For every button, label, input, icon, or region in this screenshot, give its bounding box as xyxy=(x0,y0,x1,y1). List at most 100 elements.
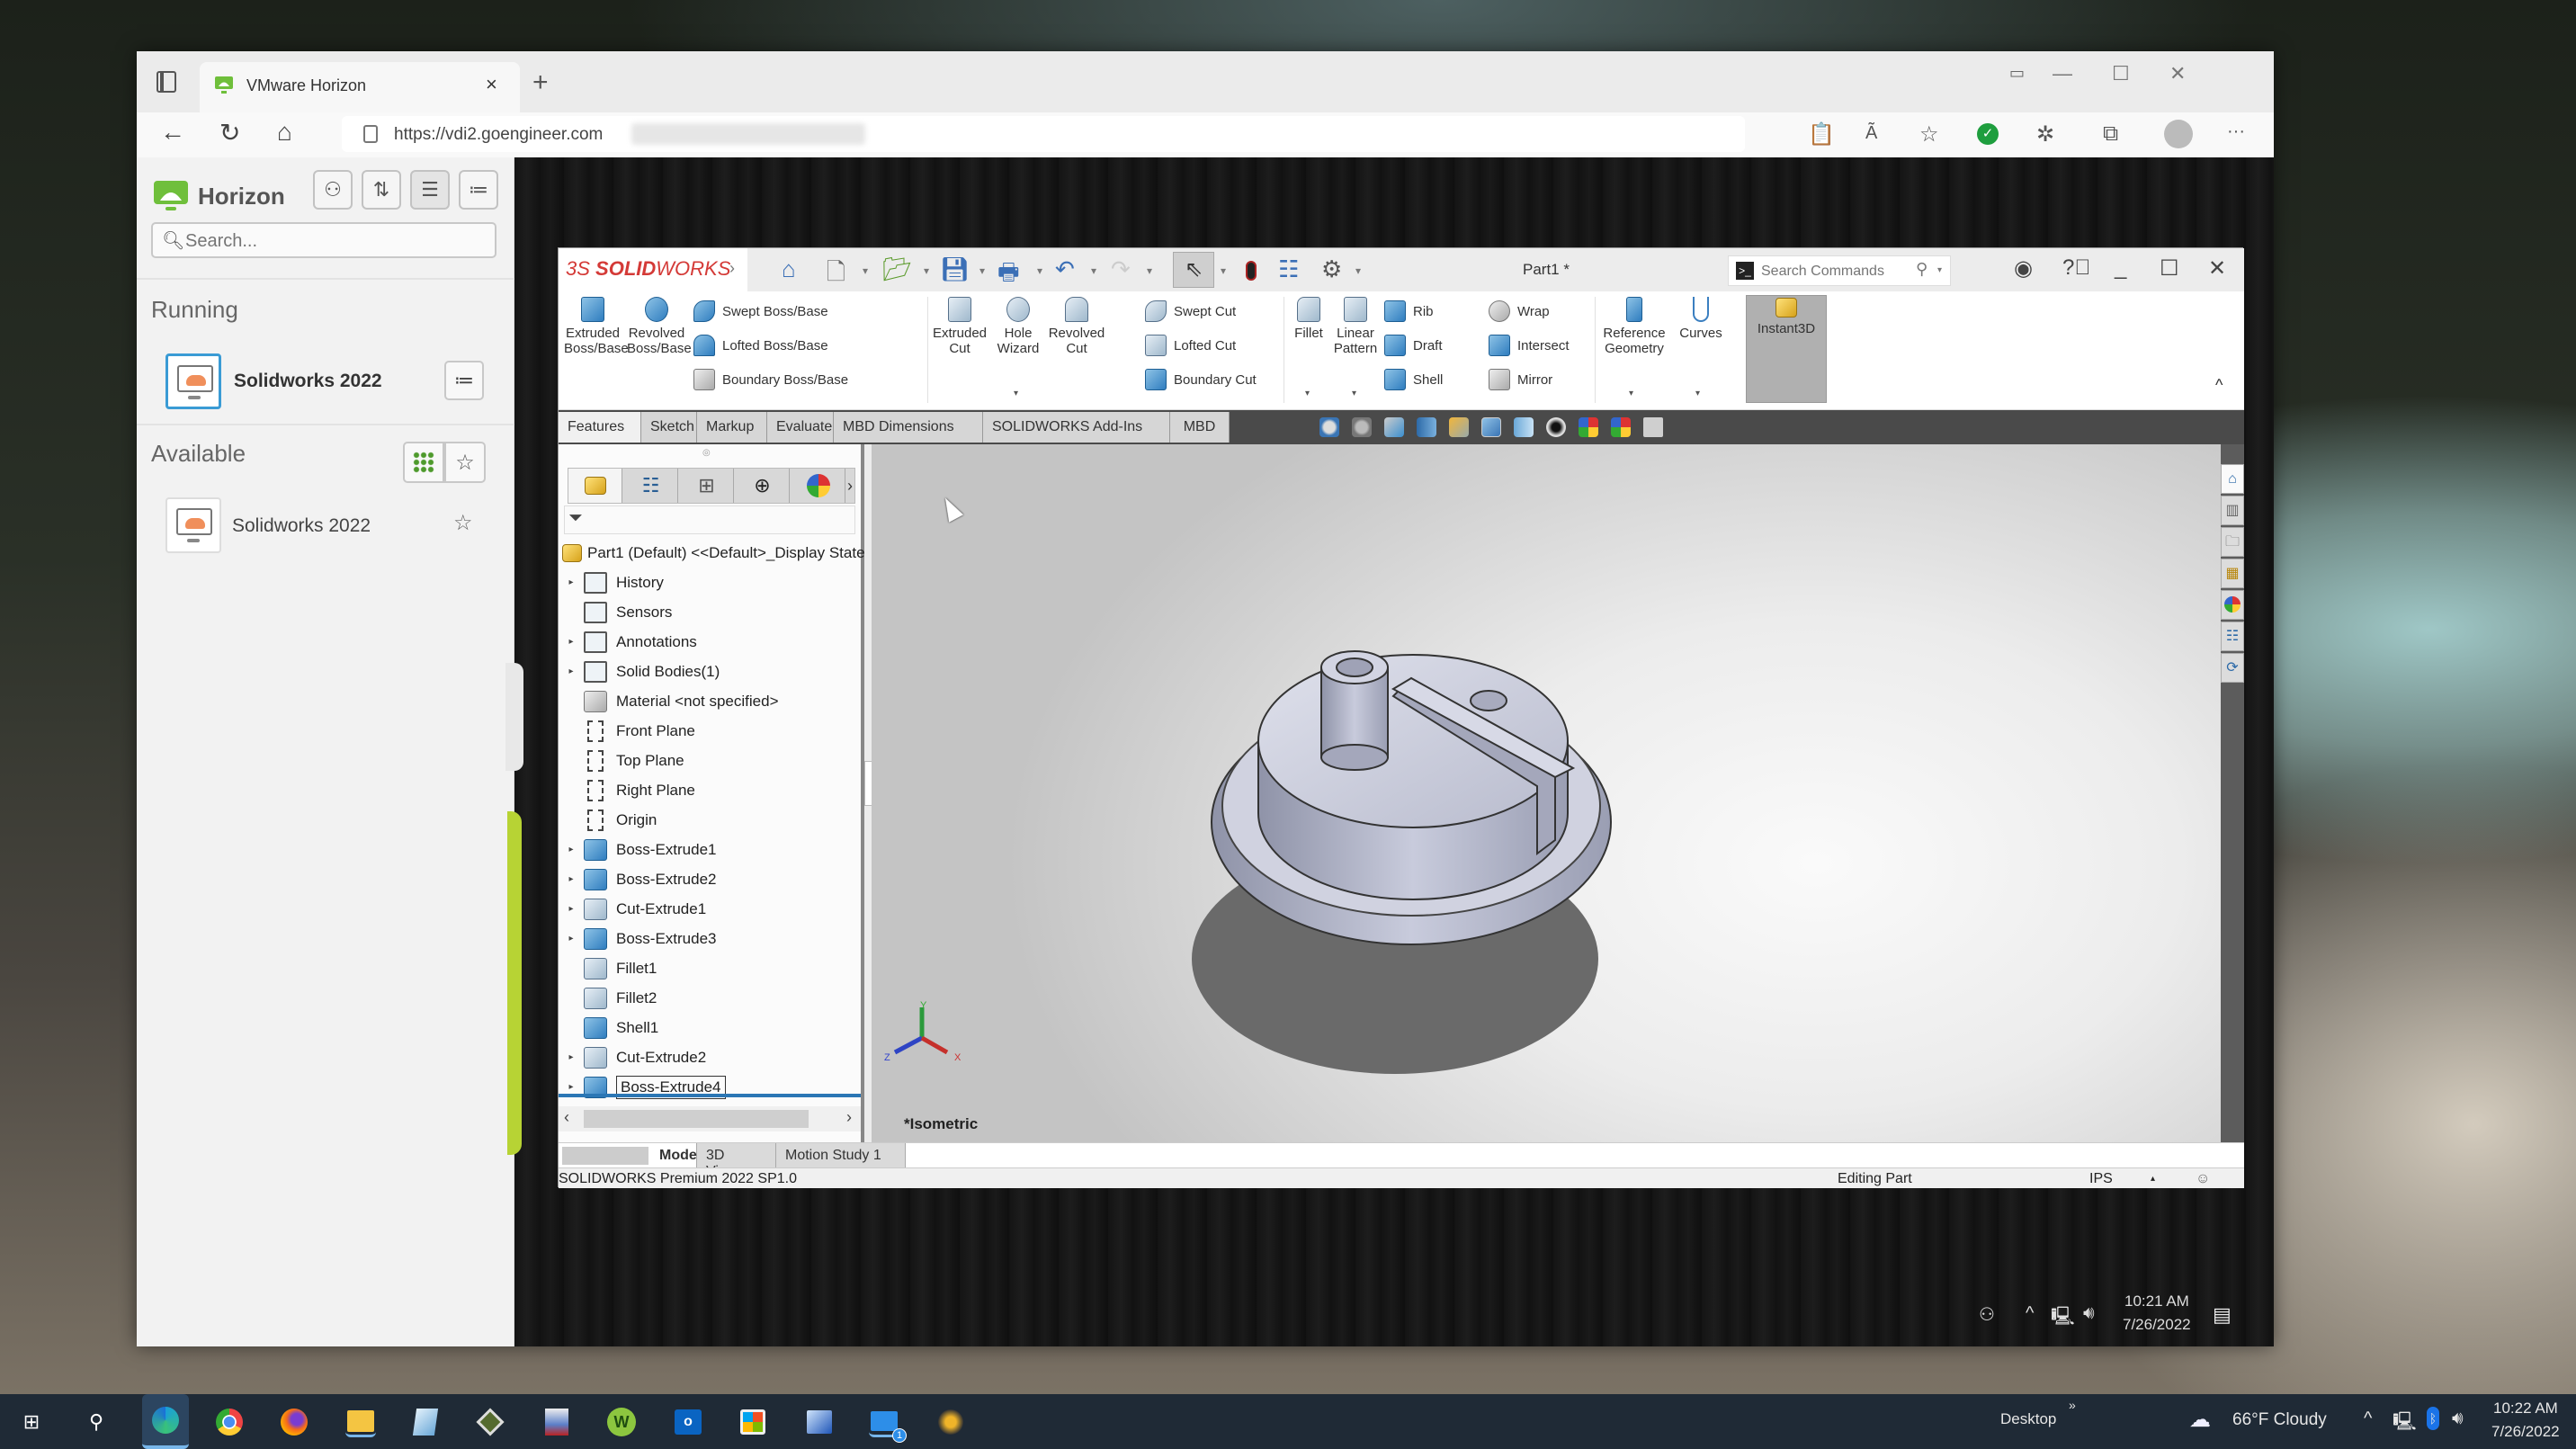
home-icon[interactable]: ⌂ xyxy=(277,118,292,147)
expand-arrow-icon[interactable]: ▸ xyxy=(559,874,584,884)
people-icon[interactable]: ⚇ xyxy=(1979,1303,1995,1326)
volume-icon[interactable]: 🔊︎ xyxy=(2083,1303,2095,1324)
clipboard-button[interactable]: ☰ xyxy=(410,170,450,210)
fillet-dropdown-icon[interactable]: ▾ xyxy=(1305,389,1310,398)
scroll-left-icon[interactable]: ‹ xyxy=(564,1108,569,1127)
print-icon[interactable]: 🖶︎ xyxy=(997,255,1020,295)
volume-icon[interactable]: 🔊︎ xyxy=(2452,1409,2464,1429)
horizontal-scrollbar[interactable]: ‹ › xyxy=(559,1106,861,1131)
new-document-icon[interactable]: 🗋︎ xyxy=(827,255,845,295)
appearances-icon[interactable] xyxy=(2221,590,2244,620)
sidebar-collapse-handle[interactable] xyxy=(505,663,523,771)
hole-wizard-button[interactable]: Hole Wizard xyxy=(994,297,1042,356)
feature-tree-item[interactable]: ▸ Boss-Extrude1 xyxy=(559,835,861,864)
mirror-button[interactable]: Mirror xyxy=(1489,369,1552,390)
tab-close-button[interactable]: × xyxy=(486,73,497,96)
unit-system[interactable]: IPS xyxy=(2089,1171,2113,1187)
extruded-cut-button[interactable]: Extruded Cut xyxy=(931,297,988,356)
tab-3d-views[interactable]: 3D Views xyxy=(697,1143,776,1179)
scrollbar-thumb[interactable] xyxy=(584,1110,809,1128)
feature-tree-item[interactable]: ▸ Cut-Extrude1 xyxy=(559,894,861,924)
desktop-toolbar-label[interactable]: Desktop xyxy=(2000,1410,2056,1428)
chrome-icon[interactable] xyxy=(214,1407,245,1437)
open-icon[interactable]: 📂︎ xyxy=(882,255,912,283)
wrap-button[interactable]: Wrap xyxy=(1489,300,1550,322)
expand-arrow-icon[interactable]: ▸ xyxy=(559,666,584,676)
boundary-boss-button[interactable]: Boundary Boss/Base xyxy=(693,369,848,390)
feature-tree-item[interactable]: ▸ Annotations xyxy=(559,627,861,657)
feature-tree-item[interactable]: ▸ Boss-Extrude3 xyxy=(559,924,861,953)
file-explorer-icon[interactable]: 🗀︎ xyxy=(2221,527,2244,557)
more-tabs-icon[interactable]: › xyxy=(844,469,856,503)
address-bar[interactable]: https://vdi2.goengineer.com xyxy=(342,116,1745,152)
display-style-icon[interactable] xyxy=(1514,417,1534,437)
remote-clock-date[interactable]: 7/26/2022 xyxy=(2123,1316,2191,1334)
lofted-cut-button[interactable]: Lofted Cut xyxy=(1145,335,1236,356)
custom-properties-icon[interactable]: ☷ xyxy=(2221,622,2244,651)
view-orientation-icon[interactable] xyxy=(1481,417,1501,437)
expand-arrow-icon[interactable]: ▸ xyxy=(559,1082,584,1092)
favorite-star-icon[interactable]: ☆ xyxy=(453,510,473,536)
undo-dropdown-icon[interactable]: ▾ xyxy=(1091,264,1096,277)
search-commands-box[interactable]: >_ ⚲ ▾ xyxy=(1728,255,1951,286)
feature-tree-item[interactable]: Shell1 xyxy=(559,1013,861,1042)
tab-actions-icon[interactable] xyxy=(157,71,176,93)
configurationmanager-tab[interactable]: ⊞ xyxy=(680,469,734,503)
unit-system-arrow-icon[interactable]: ▴ xyxy=(2151,1174,2155,1184)
revolved-boss-button[interactable]: Revolved Boss/Base xyxy=(627,297,692,356)
expand-arrow-icon[interactable]: ▸ xyxy=(559,1052,584,1062)
bluetooth-icon[interactable]: ᛒ xyxy=(2427,1407,2439,1430)
rollback-bar[interactable] xyxy=(559,1094,861,1097)
remote-clock-time[interactable]: 10:21 AM xyxy=(2124,1292,2189,1310)
user-account-icon[interactable]: ◉ xyxy=(2014,255,2033,282)
solidworks-forum-icon[interactable]: ⟳ xyxy=(2221,653,2244,683)
redo-dropdown-icon[interactable]: ▾ xyxy=(1147,264,1152,277)
hide-show-items-icon[interactable] xyxy=(1546,417,1566,437)
search-commands-input[interactable] xyxy=(1761,264,1914,280)
tab-evaluate[interactable]: Evaluate xyxy=(767,412,834,443)
feature-tree-item[interactable]: ▸ Boss-Extrude4 xyxy=(559,1072,861,1102)
design-library-icon[interactable]: ▥ xyxy=(2221,496,2244,525)
tab-mbd[interactable]: MBD xyxy=(1170,412,1230,443)
view-palette-icon[interactable]: ▦ xyxy=(2221,559,2244,588)
feature-tree-item[interactable]: ▸ Cut-Extrude2 xyxy=(559,1042,861,1072)
home-icon[interactable]: ⌂ xyxy=(782,255,796,283)
refresh-icon[interactable]: ↻ xyxy=(219,118,240,148)
feature-tree-filter[interactable]: ⏷ xyxy=(564,505,855,534)
security-check-icon[interactable]: ✓ xyxy=(1977,123,1999,145)
file-explorer-icon[interactable] xyxy=(345,1407,376,1437)
sw-minimize-button[interactable]: _ xyxy=(2115,255,2126,281)
curves-button[interactable]: Curves xyxy=(1674,297,1728,341)
feature-tree-item[interactable]: Sensors xyxy=(559,597,861,627)
app-icon[interactable] xyxy=(475,1407,505,1437)
more-icon[interactable]: ··· xyxy=(2227,121,2245,142)
part-model[interactable] xyxy=(872,444,2221,1142)
expand-arrow-icon[interactable]: ▸ xyxy=(559,845,584,854)
tab-motion-study-1[interactable]: Motion Study 1 xyxy=(776,1143,906,1168)
options-dropdown-icon[interactable]: ▾ xyxy=(1355,264,1361,277)
maximize-button[interactable]: ☐ xyxy=(2112,62,2130,85)
propertymanager-tab[interactable]: ☷ xyxy=(624,469,678,503)
dynamic-annotation-icon[interactable] xyxy=(1449,417,1469,437)
tab-mbd-dimensions[interactable]: MBD Dimensions xyxy=(834,412,983,443)
feature-tree-item[interactable]: ▸ Boss-Extrude2 xyxy=(559,864,861,894)
section-view-icon[interactable] xyxy=(1417,417,1436,437)
tab-scroll-buttons[interactable] xyxy=(562,1147,648,1165)
feature-tree-item[interactable]: Fillet2 xyxy=(559,983,861,1013)
connect-usb-button[interactable]: ⚇ xyxy=(313,170,353,210)
view-settings-icon[interactable] xyxy=(1643,417,1663,437)
feature-tree-item[interactable]: Material <not specified> xyxy=(559,686,861,716)
dimxpertmanager-tab[interactable]: ⊕ xyxy=(736,469,790,503)
network-icon[interactable]: 🖳︎ xyxy=(2051,1303,2075,1334)
session-indicator-bar[interactable] xyxy=(507,811,522,1155)
menu-button[interactable]: ≔ xyxy=(459,170,498,210)
revolved-cut-button[interactable]: Revolved Cut xyxy=(1048,297,1105,356)
select-dropdown-icon[interactable]: ▾ xyxy=(1221,264,1226,277)
feature-tree-item[interactable]: Right Plane xyxy=(559,775,861,805)
tab-vmware-horizon[interactable]: VMware Horizon × xyxy=(200,62,520,112)
undo-icon[interactable]: ↶ xyxy=(1055,255,1075,283)
linear-pattern-button[interactable]: Linear Pattern xyxy=(1330,297,1381,356)
tab-solidworks-add-ins[interactable]: SOLIDWORKS Add-Ins xyxy=(983,412,1170,443)
minimize-button[interactable]: — xyxy=(2053,62,2072,85)
file-transfer-button[interactable]: ⇅ xyxy=(362,170,401,210)
